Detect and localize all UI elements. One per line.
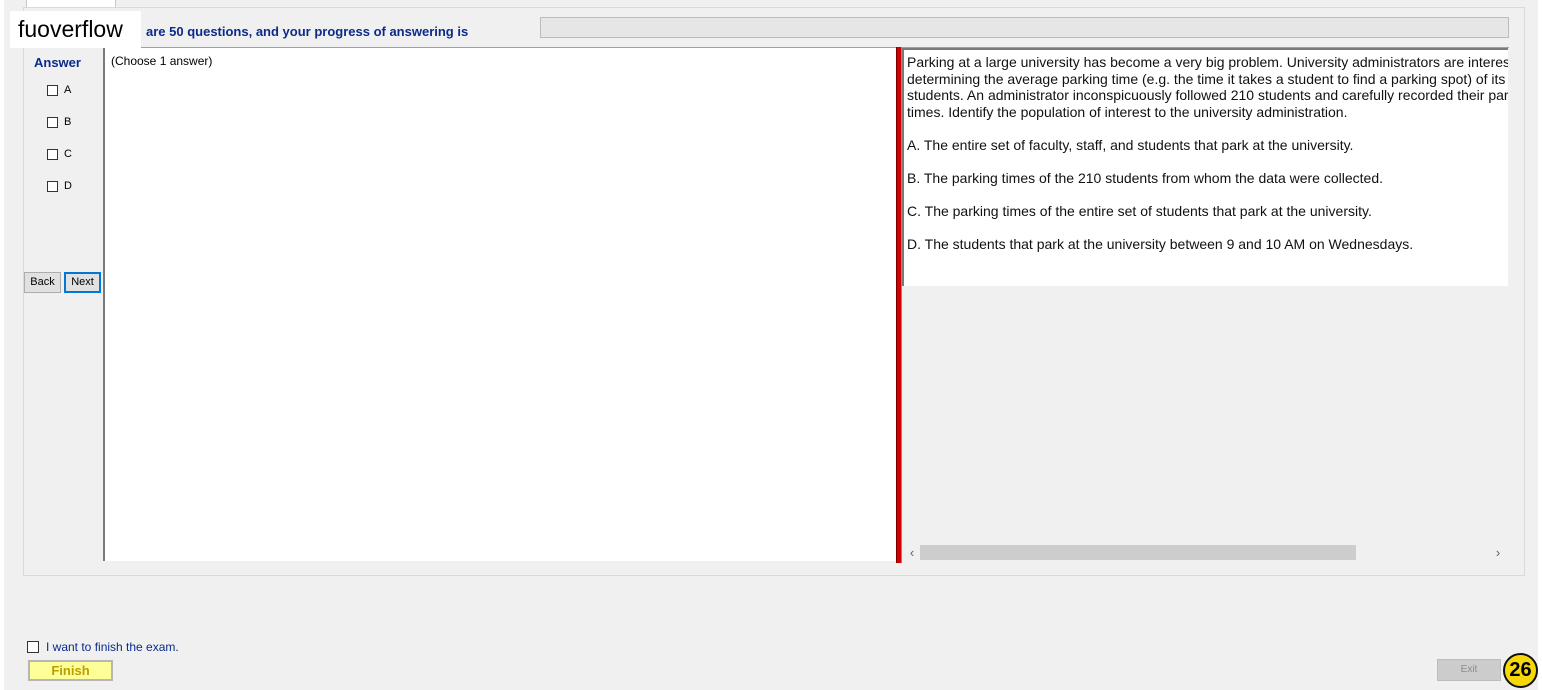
question-content: Parking at a large university has become… [902,48,1508,286]
option-d-checkbox[interactable] [47,180,58,192]
question-text: Parking at a large university has become… [907,54,1508,120]
option-a-checkbox[interactable] [47,84,58,96]
option-d[interactable]: D [47,180,72,192]
progress-text: are 50 questions, and your progress of a… [146,24,469,39]
finish-button[interactable]: Finish [28,660,113,681]
exit-button[interactable]: Exit [1437,659,1501,681]
choice-d: D. The students that park at the univers… [907,236,1414,252]
option-d-label: D [64,180,72,192]
option-b-checkbox[interactable] [47,116,58,128]
option-b-label: B [64,116,72,128]
finish-exam-checkbox[interactable]: I want to finish the exam. [27,640,179,654]
answer-heading: Answer [34,55,81,70]
option-b[interactable]: B [47,116,71,128]
option-c-checkbox[interactable] [47,148,58,160]
choose-instruction: (Choose 1 answer) [111,54,213,68]
option-c-label: C [64,148,72,160]
option-c[interactable]: C [47,148,72,160]
scroll-right-icon[interactable]: › [1492,544,1504,561]
watermark: fuoverflow [10,11,141,48]
progress-bar [540,17,1509,38]
back-button[interactable]: Back [24,272,61,293]
option-a[interactable]: A [47,84,71,96]
horizontal-scrollbar[interactable]: ‹ › [902,544,1508,561]
answer-pane: (Choose 1 answer) [103,47,896,561]
next-button[interactable]: Next [64,272,101,293]
question-pane: Parking at a large university has become… [902,47,1509,563]
choice-c: C. The parking times of the entire set o… [907,203,1372,219]
choice-b: B. The parking times of the 210 students… [907,170,1383,186]
question-number-badge: 26 [1503,653,1538,688]
finish-exam-checkbox-label: I want to finish the exam. [46,640,179,654]
option-a-label: A [64,84,72,96]
finish-exam-checkbox-box[interactable] [27,641,39,653]
choice-a: A. The entire set of faculty, staff, and… [907,137,1354,153]
scrollbar-thumb[interactable] [920,545,1356,560]
scroll-left-icon[interactable]: ‹ [906,544,918,561]
